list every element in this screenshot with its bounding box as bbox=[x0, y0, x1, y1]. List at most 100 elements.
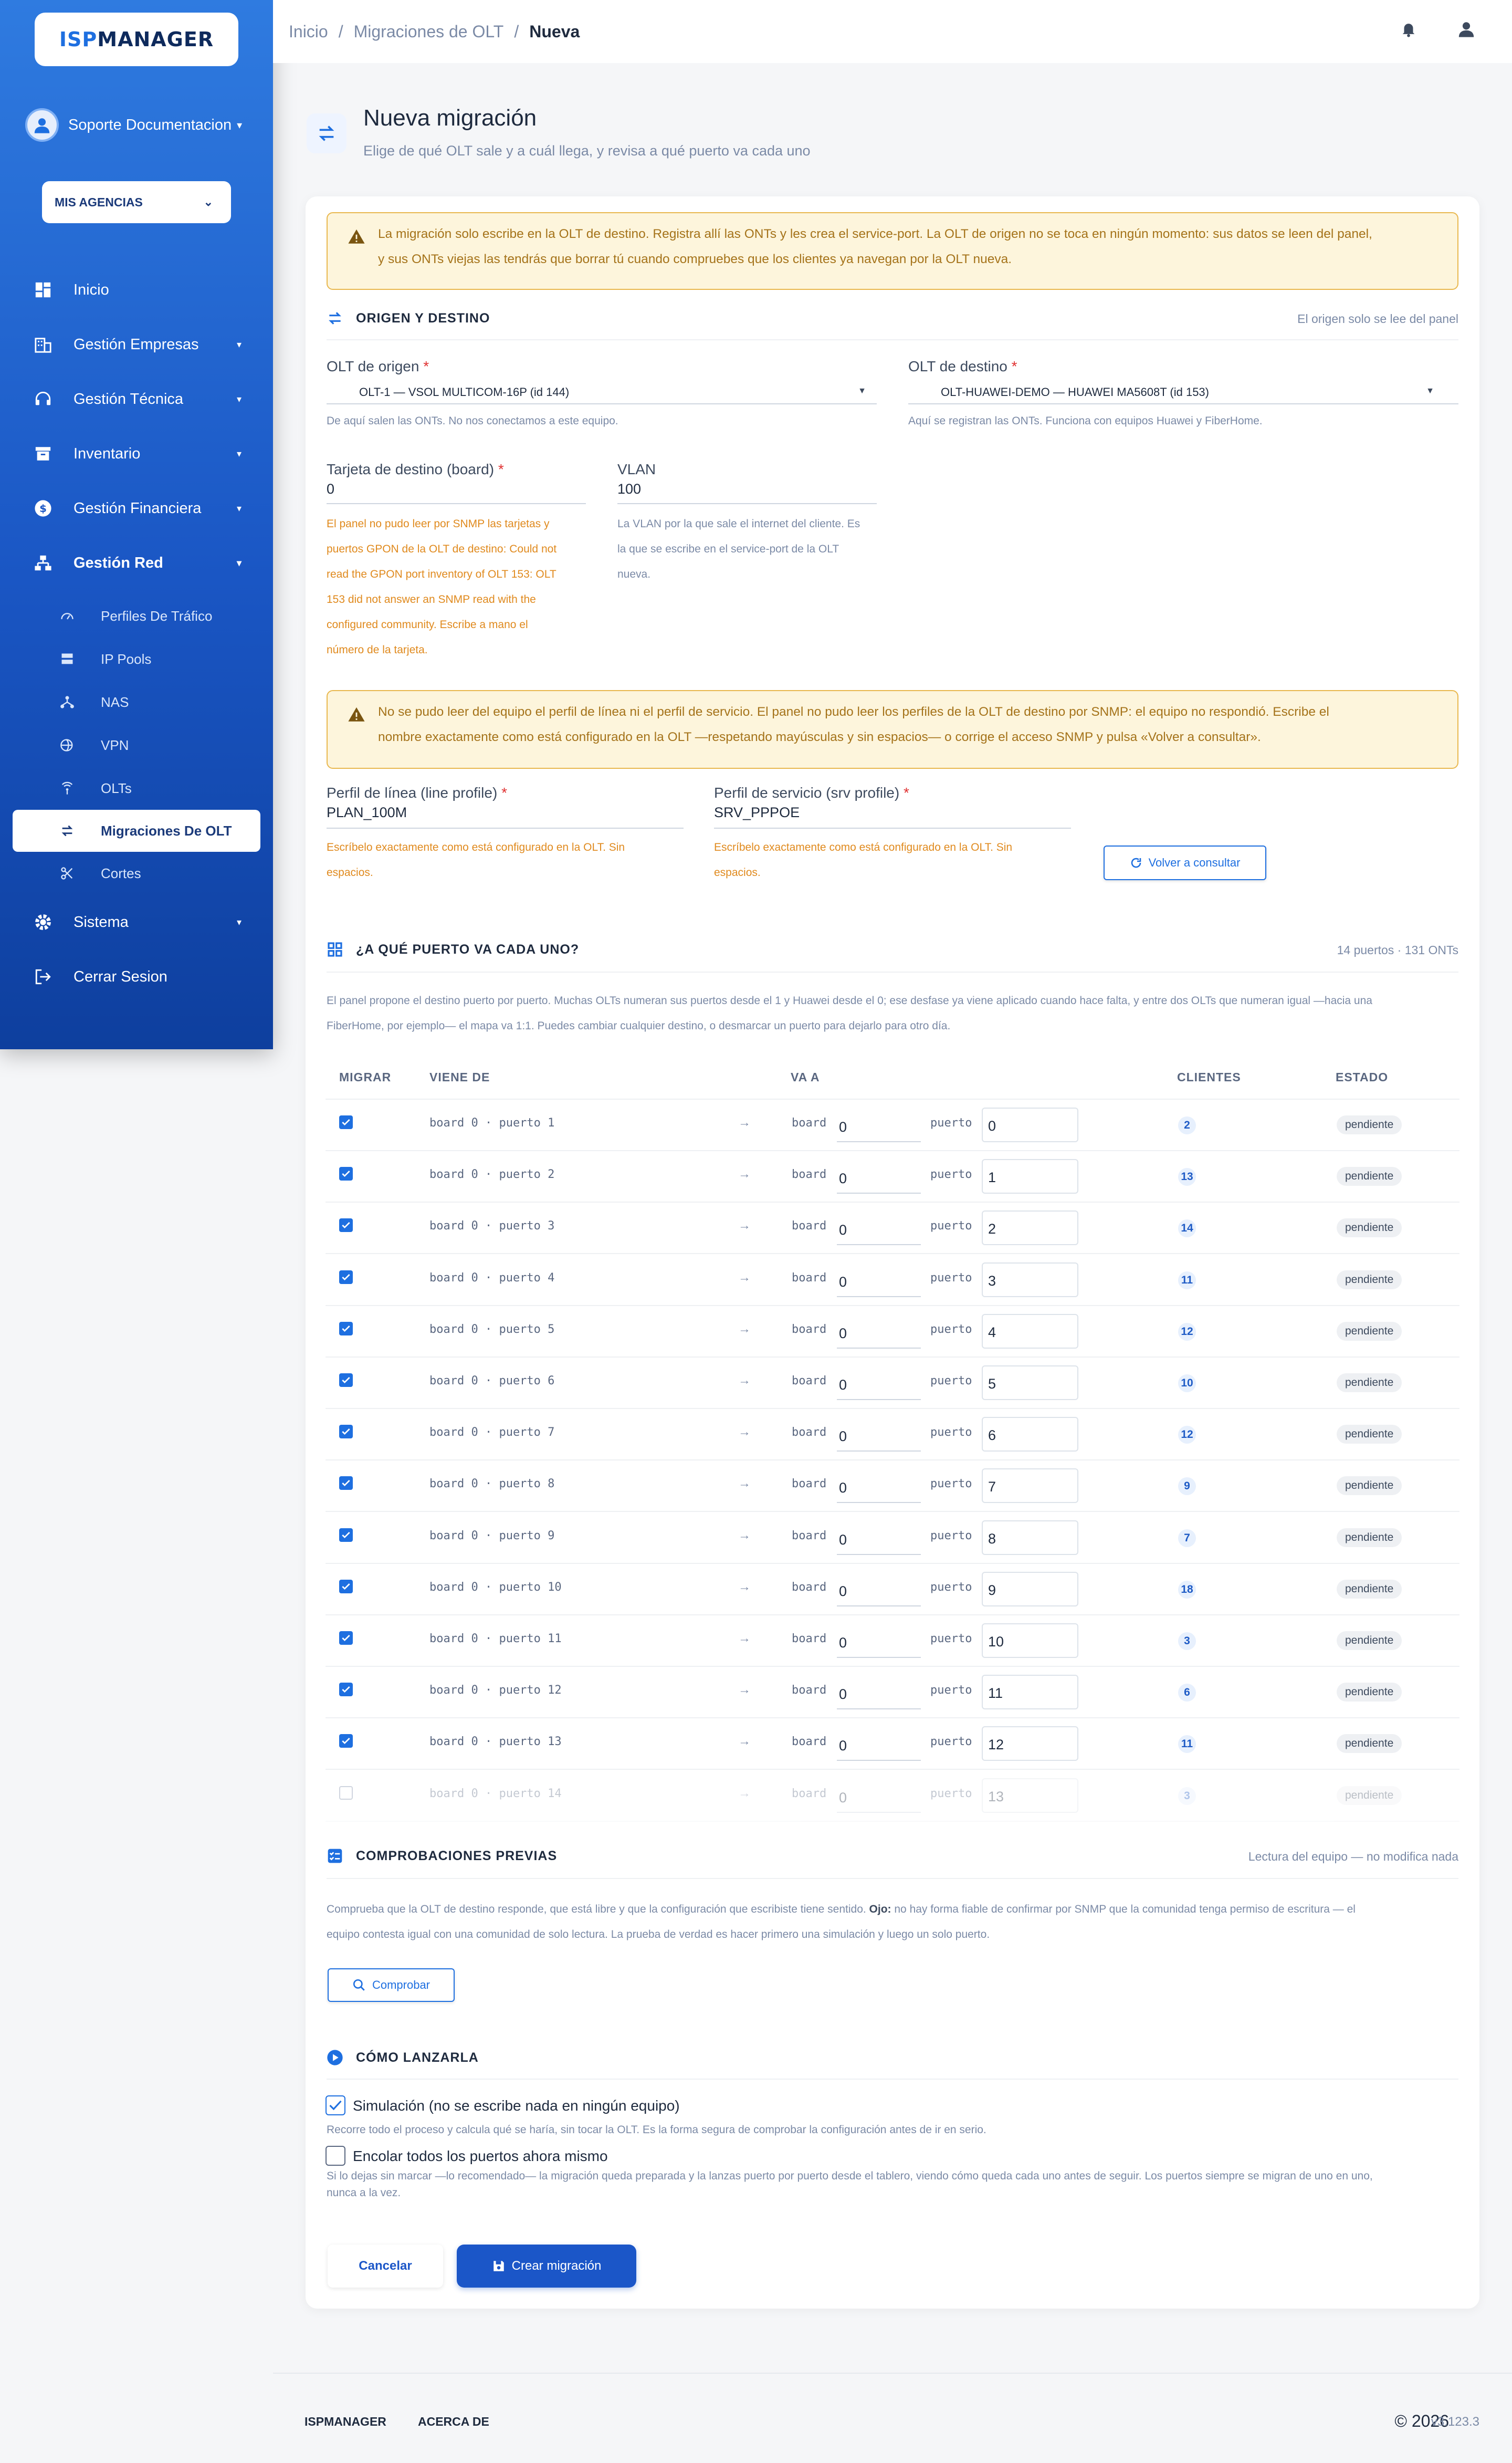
sidebar-item-olts[interactable]: OLTs bbox=[0, 767, 273, 810]
sidebar-item-sistema[interactable]: Sistema ▾ bbox=[0, 895, 273, 949]
dest-board-input[interactable]: 0 bbox=[837, 1675, 921, 1710]
breadcrumb-separator: / bbox=[514, 22, 519, 41]
breadcrumb-section[interactable]: Migraciones de OLT bbox=[354, 22, 504, 41]
board-word: board bbox=[792, 1426, 827, 1439]
source-port: board 0 · puerto 11 bbox=[429, 1632, 562, 1645]
board-label: Tarjeta de destino (board) * bbox=[327, 461, 504, 477]
cancel-button[interactable]: Cancelar bbox=[328, 2245, 443, 2288]
dollar-icon: $ bbox=[33, 498, 54, 519]
dest-port-input[interactable]: 5 bbox=[982, 1365, 1078, 1400]
user-name: Soporte Documentacion bbox=[68, 116, 232, 133]
dest-board-input[interactable]: 0 bbox=[837, 1417, 921, 1452]
check-button[interactable]: Comprobar bbox=[328, 1968, 455, 2002]
sidebar-item-inventario[interactable]: Inventario ▾ bbox=[0, 426, 273, 481]
sidebar-item-migraciones[interactable]: Migraciones De OLT bbox=[13, 810, 260, 852]
srv-profile-input[interactable]: SRV_PPPOE bbox=[714, 805, 1071, 826]
sidebar-item-red[interactable]: Gestión Red ▾ bbox=[0, 536, 273, 590]
dest-port-input[interactable]: 0 bbox=[982, 1108, 1078, 1142]
dest-port-input[interactable]: 13 bbox=[982, 1778, 1078, 1813]
dest-port-input[interactable]: 11 bbox=[982, 1675, 1078, 1710]
dest-port-input[interactable]: 3 bbox=[982, 1262, 1078, 1297]
dest-board-input[interactable]: 0 bbox=[837, 1262, 921, 1297]
port-word: puerto bbox=[930, 1426, 972, 1439]
requery-button[interactable]: Volver a consultar bbox=[1104, 846, 1266, 880]
dest-board-input[interactable]: 0 bbox=[837, 1726, 921, 1761]
migrate-checkbox[interactable] bbox=[339, 1528, 353, 1542]
sidebar-item-cortes[interactable]: Cortes bbox=[0, 852, 273, 895]
migrate-checkbox[interactable] bbox=[339, 1373, 353, 1387]
sidebar-item-vpn[interactable]: VPN bbox=[0, 724, 273, 767]
simulation-checkbox[interactable] bbox=[326, 2095, 345, 2115]
dest-board-input[interactable]: 0 bbox=[837, 1778, 921, 1813]
swap-icon bbox=[307, 113, 346, 153]
migrate-checkbox[interactable] bbox=[339, 1270, 353, 1284]
dest-board-input[interactable]: 0 bbox=[837, 1623, 921, 1658]
bell-icon[interactable] bbox=[1400, 20, 1418, 38]
dest-olt-select[interactable]: OLT-HUAWEI-DEMO — HUAWEI MA5608T (id 153… bbox=[908, 379, 1458, 403]
migrate-checkbox[interactable] bbox=[339, 1218, 353, 1233]
sidebar-item-inicio[interactable]: Inicio bbox=[0, 263, 273, 317]
chevron-down-icon: ▾ bbox=[237, 119, 243, 131]
section-title-checks: COMPROBACIONES PREVIAS bbox=[327, 1848, 557, 1864]
sidebar-item-ippools[interactable]: IP Pools bbox=[0, 638, 273, 681]
clients-badge: 3 bbox=[1178, 1632, 1196, 1650]
sidebar-item-perfiles[interactable]: Perfiles De Tráfico bbox=[0, 594, 273, 638]
create-migration-button[interactable]: Crear migración bbox=[457, 2245, 636, 2288]
footer-link-ispmanager[interactable]: ISPMANAGER bbox=[304, 2415, 386, 2429]
footer-link-about[interactable]: ACERCA DE bbox=[418, 2415, 489, 2429]
dest-port-input[interactable]: 7 bbox=[982, 1468, 1078, 1504]
clients-badge: 12 bbox=[1178, 1322, 1196, 1341]
dest-port-input[interactable]: 9 bbox=[982, 1571, 1078, 1606]
migrate-checkbox[interactable] bbox=[339, 1167, 353, 1181]
dest-board-input[interactable]: 0 bbox=[837, 1365, 921, 1400]
dest-board-input[interactable]: 0 bbox=[837, 1159, 921, 1194]
migrate-checkbox[interactable] bbox=[339, 1683, 353, 1697]
migrate-checkbox[interactable] bbox=[339, 1115, 353, 1129]
dest-board-input[interactable]: 0 bbox=[837, 1468, 921, 1504]
sidebar-item-logout[interactable]: Cerrar Sesion bbox=[0, 949, 273, 1004]
sidebar-item-empresas[interactable]: Gestión Empresas ▾ bbox=[0, 317, 273, 372]
queue-checkbox[interactable] bbox=[326, 2146, 345, 2166]
migrate-checkbox[interactable] bbox=[339, 1425, 353, 1439]
source-olt-select[interactable]: OLT-1 — VSOL MULTICOM-16P (id 144) ▼ bbox=[327, 379, 877, 403]
user-menu[interactable]: Soporte Documentacion ▾ bbox=[25, 108, 242, 142]
dest-port-input[interactable]: 1 bbox=[982, 1159, 1078, 1194]
sidebar-item-tecnica[interactable]: Gestión Técnica ▾ bbox=[0, 372, 273, 426]
archive-icon bbox=[33, 443, 54, 464]
dest-board-input[interactable]: 0 bbox=[837, 1520, 921, 1555]
account-icon[interactable] bbox=[1457, 20, 1475, 38]
dest-board-input[interactable]: 0 bbox=[837, 1108, 921, 1142]
migrate-checkbox[interactable] bbox=[339, 1476, 353, 1490]
dest-board-input[interactable]: 0 bbox=[837, 1314, 921, 1349]
port-word: puerto bbox=[930, 1219, 972, 1233]
migrate-checkbox[interactable] bbox=[339, 1734, 353, 1748]
vlan-input[interactable]: 100 bbox=[617, 481, 877, 502]
dest-board-input[interactable]: 0 bbox=[837, 1210, 921, 1246]
status-badge: pendiente bbox=[1337, 1167, 1402, 1186]
port-word: puerto bbox=[930, 1735, 972, 1749]
dest-port-input[interactable]: 12 bbox=[982, 1726, 1078, 1761]
agency-select[interactable]: MIS AGENCIAS ⌄ bbox=[42, 181, 231, 223]
migrate-checkbox[interactable] bbox=[339, 1321, 353, 1335]
dest-port-input[interactable]: 8 bbox=[982, 1520, 1078, 1555]
line-profile-input[interactable]: PLAN_100M bbox=[327, 805, 684, 826]
migrate-checkbox[interactable] bbox=[339, 1631, 353, 1645]
dest-port-input[interactable]: 4 bbox=[982, 1313, 1078, 1349]
brand-logo[interactable]: ISP MANAGER bbox=[35, 13, 238, 66]
building-icon bbox=[33, 334, 54, 355]
source-port: board 0 · puerto 1 bbox=[429, 1116, 555, 1130]
migrate-checkbox[interactable] bbox=[339, 1579, 353, 1593]
chevron-down-icon: ▾ bbox=[236, 339, 242, 350]
breadcrumb-home[interactable]: Inicio bbox=[289, 22, 328, 41]
section-title-launch: CÓMO LANZARLA bbox=[327, 2049, 479, 2066]
sidebar-item-nas[interactable]: NAS bbox=[0, 681, 273, 724]
dest-board-input[interactable]: 0 bbox=[837, 1572, 921, 1606]
migrate-checkbox[interactable] bbox=[339, 1786, 353, 1800]
dest-port-input[interactable]: 6 bbox=[982, 1417, 1078, 1452]
arrow-right-icon: → bbox=[738, 1631, 751, 1645]
dest-port-input[interactable]: 2 bbox=[982, 1210, 1078, 1246]
dest-port-input[interactable]: 10 bbox=[982, 1623, 1078, 1658]
board-input[interactable]: 0 bbox=[327, 481, 586, 502]
sidebar-item-financiera[interactable]: $ Gestión Financiera ▾ bbox=[0, 481, 273, 536]
swap-icon bbox=[59, 823, 76, 838]
